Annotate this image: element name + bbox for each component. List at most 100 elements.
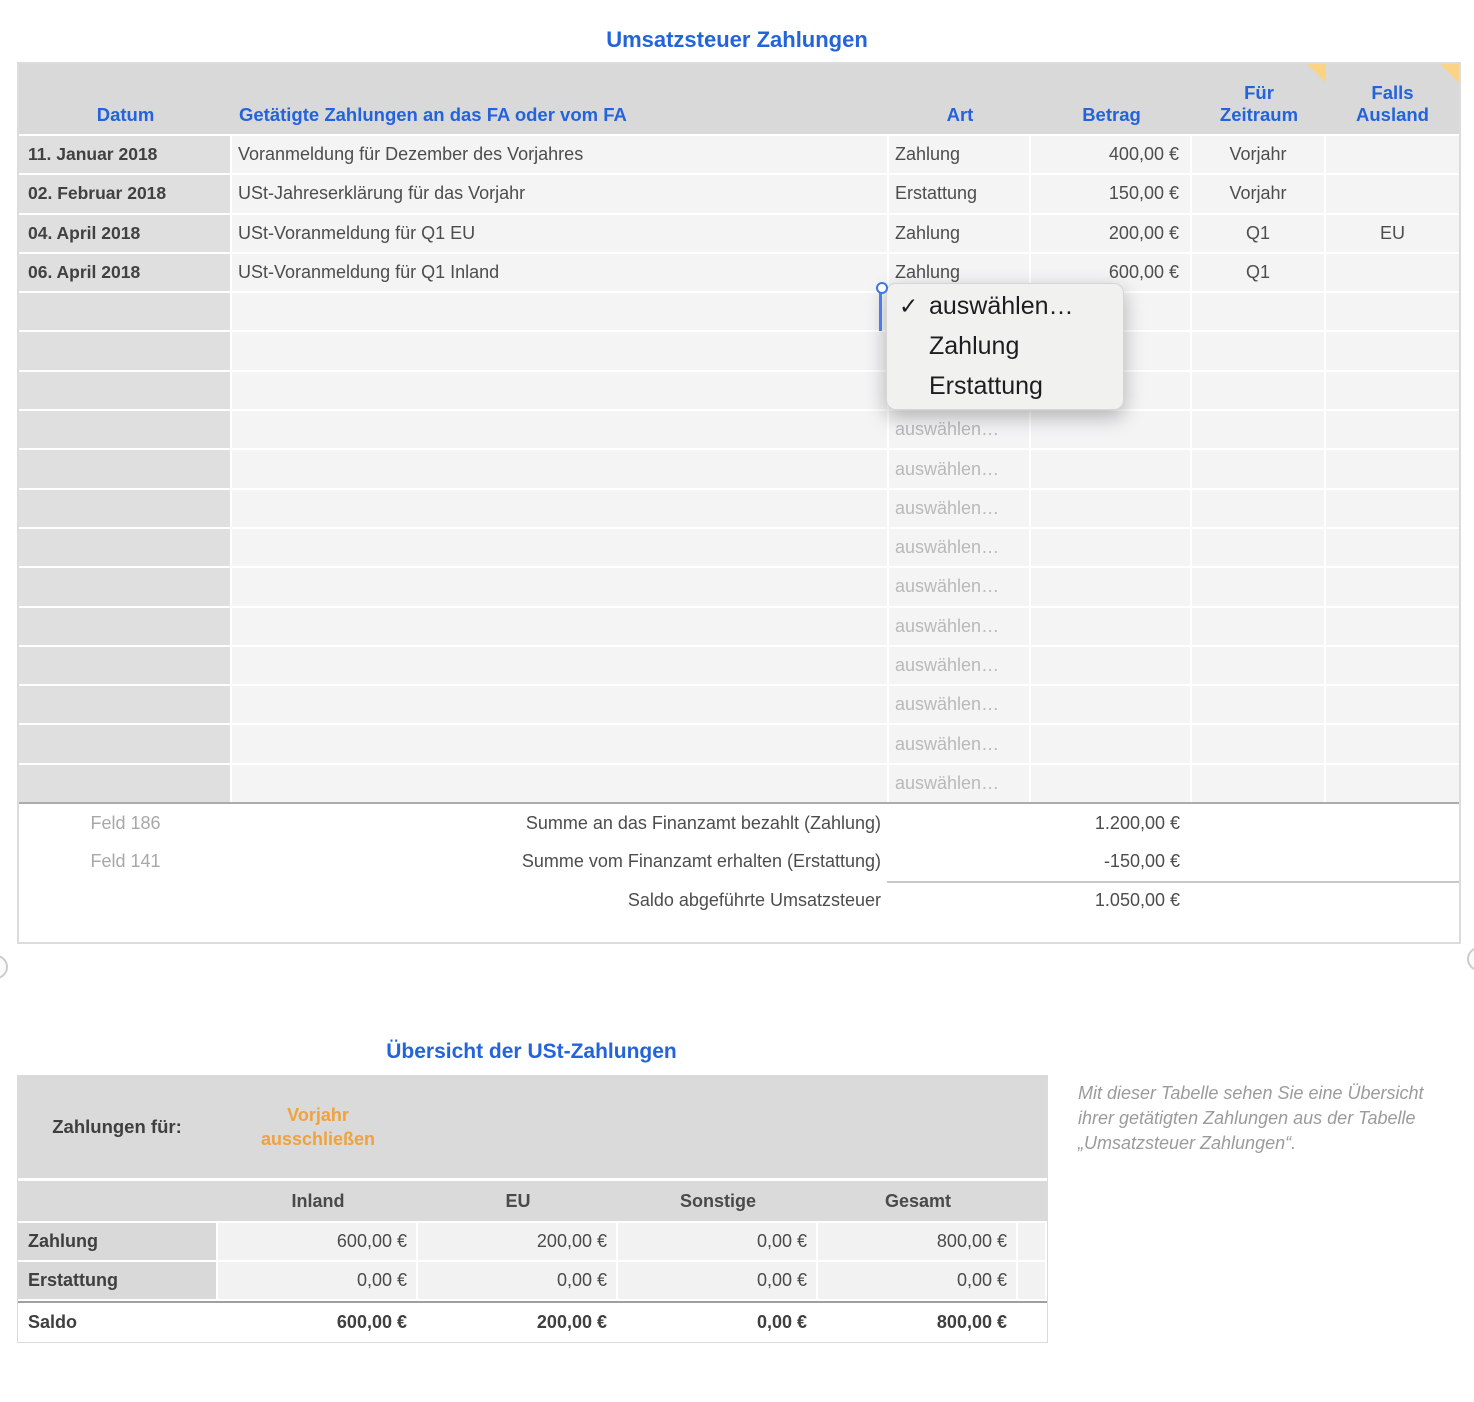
t1-cell-art[interactable]: auswählen… [889, 450, 1029, 488]
t2-cell-value[interactable]: 200,00 € [416, 1303, 616, 1342]
footer-amount-cell[interactable]: -150,00 € [1031, 851, 1192, 872]
t1-cell-betrag[interactable]: 400,00 € [1031, 136, 1190, 174]
footer-label-cell[interactable]: Summe an das Finanzamt bezahlt (Zahlung) [232, 813, 887, 834]
footer-feld-cell[interactable]: Feld 186 [19, 813, 232, 834]
footer-amount-cell[interactable]: 1.050,00 € [1031, 890, 1192, 911]
t1-cell-art[interactable]: auswählen… [889, 607, 1029, 645]
t1-cell-art[interactable]: auswählen… [889, 725, 1029, 763]
t1-cell-ausland[interactable] [1326, 411, 1459, 449]
t1-cell-datum[interactable] [19, 411, 230, 449]
footer-label-cell[interactable]: Saldo abgeführte Umsatzsteuer [232, 890, 887, 911]
t1-cell-datum[interactable]: 04. April 2018 [19, 214, 230, 252]
t1-cell-datum[interactable]: 02. Februar 2018 [19, 175, 230, 213]
t1-cell-ausland[interactable] [1326, 175, 1459, 213]
t1-cell-zeitraum[interactable] [1192, 489, 1324, 527]
t1-cell-zeitraum[interactable] [1192, 686, 1324, 724]
t1-cell-ausland[interactable] [1326, 450, 1459, 488]
t1-cell-betrag[interactable] [1031, 411, 1190, 449]
header-betrag[interactable]: Betrag [1031, 64, 1192, 134]
dropdown-item-erstattung[interactable]: Erstattung [887, 366, 1123, 406]
subheader-inland[interactable]: Inland [218, 1181, 418, 1221]
t1-cell-art[interactable]: auswählen… [889, 764, 1029, 803]
header-ausland[interactable]: Falls Ausland [1348, 64, 1438, 134]
t1-cell-zeitraum[interactable] [1192, 450, 1324, 488]
t1-cell-betrag[interactable] [1031, 607, 1190, 645]
t1-cell-art[interactable]: auswählen… [889, 528, 1029, 567]
t2-cell-value[interactable]: 800,00 € [818, 1223, 1016, 1260]
t1-cell-betrag[interactable] [1031, 450, 1190, 488]
t1-cell-ausland[interactable] [1326, 293, 1459, 331]
t2-cell-value[interactable]: 0,00 € [618, 1262, 816, 1299]
t1-cell-ausland[interactable]: EU [1326, 214, 1459, 252]
t1-cell-art[interactable]: auswählen… [889, 568, 1029, 606]
t1-cell-zeitraum[interactable]: Q1 [1192, 253, 1324, 292]
t1-cell-art[interactable]: auswählen… [889, 411, 1029, 449]
t1-cell-zeitraum[interactable] [1192, 332, 1324, 370]
t2-cell-value[interactable]: 0,00 € [418, 1262, 616, 1299]
t1-cell-beschreibung[interactable]: USt-Voranmeldung für Q1 EU [232, 214, 887, 252]
t1-cell-beschreibung[interactable] [232, 489, 887, 527]
cell-selection-handle[interactable] [876, 282, 888, 294]
filter-value[interactable]: Vorjahr ausschließen [248, 1076, 388, 1178]
t1-cell-betrag[interactable] [1031, 764, 1190, 803]
t1-cell-ausland[interactable] [1326, 528, 1459, 567]
t1-cell-beschreibung[interactable] [232, 293, 887, 331]
subheader-gesamt[interactable]: Gesamt [818, 1181, 1018, 1221]
dropdown-item-auswaehlen[interactable]: ✓ auswählen… [887, 286, 1123, 326]
t2-cell-value[interactable]: 200,00 € [418, 1223, 616, 1260]
t1-cell-datum[interactable]: 11. Januar 2018 [19, 136, 230, 174]
object-handle-left[interactable] [0, 955, 8, 979]
t1-cell-zeitraum[interactable] [1192, 371, 1324, 410]
t1-cell-zeitraum[interactable] [1192, 568, 1324, 606]
t1-cell-beschreibung[interactable] [232, 725, 887, 763]
t1-cell-beschreibung[interactable] [232, 686, 887, 724]
t1-cell-beschreibung[interactable] [232, 450, 887, 488]
t1-cell-datum[interactable] [19, 725, 230, 763]
t2-cell-value[interactable]: 800,00 € [816, 1303, 1016, 1342]
t1-cell-datum[interactable] [19, 607, 230, 645]
t1-cell-ausland[interactable] [1326, 136, 1459, 174]
t1-cell-art[interactable]: auswählen… [889, 646, 1029, 685]
t1-cell-ausland[interactable] [1326, 371, 1459, 410]
t1-cell-datum[interactable] [19, 646, 230, 685]
header-datum[interactable]: Datum [19, 64, 232, 134]
t1-cell-beschreibung[interactable]: USt-Jahreserklärung für das Vorjahr [232, 175, 887, 213]
t1-cell-art[interactable]: Zahlung [889, 136, 1029, 174]
t1-cell-beschreibung[interactable] [232, 764, 887, 803]
t1-cell-zeitraum[interactable]: Vorjahr [1192, 175, 1324, 213]
t1-cell-zeitraum[interactable]: Q1 [1192, 214, 1324, 252]
filter-label[interactable]: Zahlungen für: [18, 1076, 216, 1178]
t1-cell-datum[interactable] [19, 450, 230, 488]
t2-cell-value[interactable]: 0,00 € [818, 1262, 1016, 1299]
t1-cell-beschreibung[interactable] [232, 371, 887, 410]
t1-cell-beschreibung[interactable] [232, 332, 887, 370]
t1-cell-zeitraum[interactable] [1192, 646, 1324, 685]
t1-cell-ausland[interactable] [1326, 725, 1459, 763]
t2-cell-label[interactable]: Zahlung [18, 1223, 216, 1260]
t1-cell-datum[interactable]: 06. April 2018 [19, 253, 230, 292]
subheader-sonstige[interactable]: Sonstige [618, 1181, 818, 1221]
t1-cell-art[interactable]: auswählen… [889, 489, 1029, 527]
t2-cell-label[interactable]: Erstattung [18, 1262, 216, 1299]
t1-cell-ausland[interactable] [1326, 607, 1459, 645]
t1-cell-datum[interactable] [19, 568, 230, 606]
header-beschreibung[interactable]: Getätigte Zahlungen an das FA oder vom F… [232, 64, 889, 134]
t1-cell-ausland[interactable] [1326, 764, 1459, 803]
t1-cell-beschreibung[interactable]: USt-Voranmeldung für Q1 Inland [232, 253, 887, 292]
dropdown-item-zahlung[interactable]: Zahlung [887, 326, 1123, 366]
header-art[interactable]: Art [889, 64, 1031, 134]
t1-cell-beschreibung[interactable] [232, 568, 887, 606]
t2-cell-label[interactable]: Saldo [18, 1303, 216, 1342]
t1-cell-datum[interactable] [19, 371, 230, 410]
t1-cell-datum[interactable] [19, 489, 230, 527]
comment-flag-icon[interactable] [1307, 64, 1326, 83]
t2-cell-value[interactable]: 600,00 € [216, 1303, 416, 1342]
t1-cell-zeitraum[interactable] [1192, 293, 1324, 331]
t1-cell-betrag[interactable]: 150,00 € [1031, 175, 1190, 213]
t1-cell-betrag[interactable] [1031, 686, 1190, 724]
t1-cell-zeitraum[interactable] [1192, 607, 1324, 645]
t1-cell-zeitraum[interactable]: Vorjahr [1192, 136, 1324, 174]
t1-cell-beschreibung[interactable] [232, 411, 887, 449]
t1-cell-ausland[interactable] [1326, 646, 1459, 685]
t1-cell-art[interactable]: Zahlung [889, 214, 1029, 252]
